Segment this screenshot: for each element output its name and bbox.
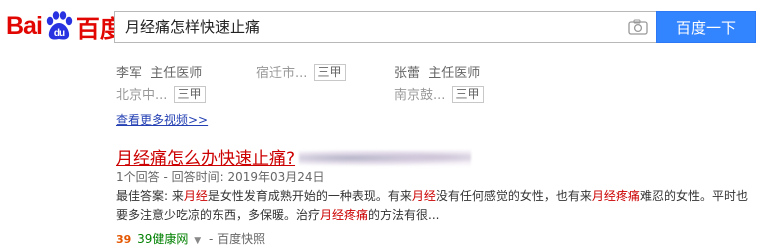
hospital-item[interactable]: 南京鼓... 三甲 <box>394 84 484 103</box>
abstract-highlight: 月经疼痛 <box>591 189 640 203</box>
abstract-highlight: 月经疼痛 <box>320 208 369 222</box>
search-box[interactable]: 月经痛怎样快速止痛 <box>114 11 656 43</box>
separator: - <box>209 232 214 246</box>
hospital-tag: 三甲 <box>313 64 346 81</box>
dropdown-arrow-icon[interactable]: ▼ <box>194 236 201 246</box>
snapshot-link[interactable]: 百度快照 <box>217 232 265 246</box>
result-title-text: 月经痛怎么办快速止痛? <box>116 149 296 169</box>
result-abstract: 最佳答案: 来月经是女性发育成熟开始的一种表现。有来月经没有任何感觉的女性，也有… <box>116 187 756 225</box>
result-meta: 1个回答 - 回答时间: 2019年03月24日 <box>116 170 325 184</box>
abstract-text: 最佳答案: 来 <box>116 189 184 203</box>
hospital-name: 宿迁市... <box>256 66 308 81</box>
abstract-text: 是女性发育成熟开始的一种表现。有来 <box>207 189 412 203</box>
abstract-highlight: 月经 <box>411 189 436 203</box>
logo-paw-text: du <box>54 28 65 39</box>
doctor-name: 张蕾 <box>394 66 421 81</box>
blurred-watermark <box>299 150 472 166</box>
logo-text-bai: Bai <box>6 11 43 40</box>
site-favicon-icon: 39 <box>116 233 132 246</box>
doctor-title: 主任医师 <box>428 66 481 81</box>
doctor-row: 李军 主任医师 宿迁市... 三甲 张蕾 主任医师 <box>116 62 756 84</box>
doctor-name: 李军 <box>116 66 143 81</box>
camera-icon[interactable] <box>628 19 648 35</box>
hospital-item[interactable]: 北京中... 三甲 <box>116 84 206 103</box>
hospital-tag: 三甲 <box>451 86 484 103</box>
result-title-link[interactable]: 月经痛怎么办快速止痛? <box>116 144 472 169</box>
search-input[interactable]: 月经痛怎样快速止痛 <box>125 12 260 42</box>
hospital-name: 南京鼓... <box>394 88 446 103</box>
abstract-highlight: 月经 <box>183 189 208 203</box>
more-videos-link[interactable]: 查看更多视频>> <box>116 111 208 128</box>
doctor-item[interactable]: 李军 主任医师 <box>116 62 202 81</box>
abstract-text: 没有任何感觉的女性，也有来 <box>435 189 592 203</box>
doctor-title: 主任医师 <box>150 66 203 81</box>
result-source: 39 39健康网 ▼ - 百度快照 <box>116 230 265 247</box>
paw-icon: du <box>46 11 73 40</box>
search-button[interactable]: 百度一下 <box>656 11 756 43</box>
hospital-item[interactable]: 宿迁市... 三甲 <box>256 62 346 81</box>
baidu-logo[interactable]: Bai du 百度 <box>6 10 124 43</box>
site-name-link[interactable]: 39健康网 <box>137 232 188 246</box>
hospital-tag: 三甲 <box>173 86 206 103</box>
doctor-item[interactable]: 张蕾 主任医师 <box>394 62 480 81</box>
hospital-name: 北京中... <box>116 88 168 103</box>
hospital-row: 北京中... 三甲 南京鼓... 三甲 <box>116 84 756 106</box>
abstract-text: 的方法有很... <box>368 208 440 222</box>
doctor-list: 李军 主任医师 宿迁市... 三甲 张蕾 主任医师 北京中... 三甲 南京鼓.… <box>116 62 756 106</box>
top-bar: Bai du 百度 月经痛怎样快速止痛 百度一下 <box>0 0 764 56</box>
